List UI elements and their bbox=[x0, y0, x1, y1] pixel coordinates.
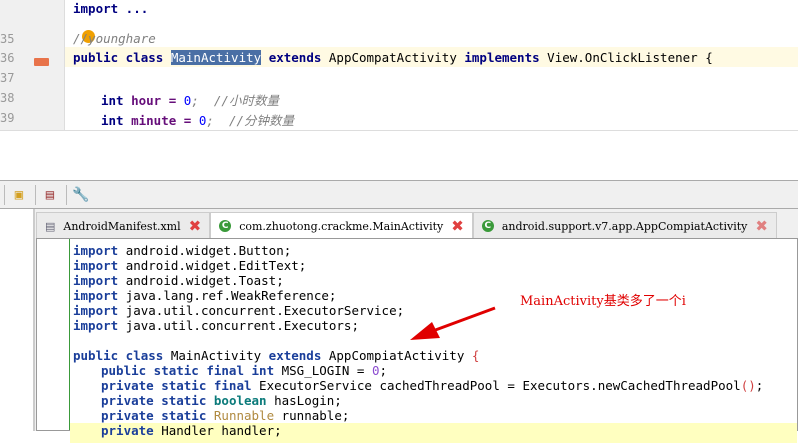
import-line: import android.widget.EditText; bbox=[73, 258, 306, 273]
close-icon[interactable]: ✖ bbox=[451, 217, 464, 235]
code-token: public static final int bbox=[101, 363, 275, 378]
code-token: private static bbox=[101, 393, 207, 408]
interface: View.OnClickListener { bbox=[547, 50, 713, 65]
tab-main-activity[interactable]: Ccom.zhuotong.crackme.MainActivity ✖ bbox=[210, 212, 473, 239]
document-icon: ▤ bbox=[45, 219, 56, 233]
close-icon[interactable]: ✖ bbox=[755, 217, 768, 235]
class-declaration: public class MainActivity extends AppCom… bbox=[73, 348, 479, 363]
code-token: ; bbox=[379, 363, 387, 378]
code-token: AppCompiatActivity bbox=[321, 348, 472, 363]
open-archive-icon[interactable]: ▣ bbox=[4, 184, 29, 205]
tab-bar: ▤ AndroidManifest.xml ✖ Ccom.zhuotong.crac… bbox=[36, 212, 798, 239]
tab-android-manifest[interactable]: ▤ AndroidManifest.xml ✖ bbox=[36, 212, 211, 239]
tab-appcompiat-activity[interactable]: Candroid.support.v7.app.AppCompiatActivi… bbox=[472, 212, 777, 239]
code-line: public class MainActivity extends AppCom… bbox=[73, 50, 713, 65]
document-icon[interactable]: ▤ bbox=[35, 184, 60, 205]
field: hour = bbox=[123, 93, 184, 108]
selected-class-name[interactable]: MainActivity bbox=[170, 50, 262, 65]
keyword: public class bbox=[73, 50, 164, 65]
code-token: private bbox=[101, 423, 154, 438]
tab-label: android.support.v7.app.AppCompiatActivit… bbox=[501, 219, 748, 233]
code-token: import bbox=[73, 258, 119, 273]
code-token: Runnable bbox=[213, 408, 275, 423]
keyword: implements bbox=[464, 50, 540, 65]
code-line: private static final ExecutorService cac… bbox=[101, 378, 763, 393]
code-token: java.lang.ref.WeakReference; bbox=[125, 288, 337, 303]
code-token: Handler handler; bbox=[153, 423, 282, 438]
code-token: java.util.concurrent.ExecutorService; bbox=[125, 303, 405, 318]
comment: ; //小时数量 bbox=[191, 93, 279, 108]
red-arrow-annotation bbox=[410, 306, 496, 340]
code-line: private static Runnable runnable; bbox=[101, 408, 349, 423]
line-number: 37 bbox=[0, 71, 15, 85]
line-gutter: 35 36 37 38 39 bbox=[0, 0, 65, 130]
import-line: import android.widget.Button; bbox=[73, 243, 291, 258]
class-icon: C bbox=[481, 220, 494, 232]
line-number: 38 bbox=[0, 91, 15, 105]
code-token: public class bbox=[73, 348, 164, 363]
code-token: java.util.concurrent.Executors; bbox=[125, 318, 359, 333]
code-token: runnable; bbox=[274, 408, 350, 423]
code-token: import bbox=[73, 288, 119, 303]
code-token: android.widget.Button; bbox=[125, 243, 292, 258]
parent-class: AppCompatActivity bbox=[328, 50, 457, 65]
code-line: import ... bbox=[73, 1, 148, 16]
code-token: MSG_LOGIN = bbox=[274, 363, 372, 378]
code-token: ExecutorService cachedThreadPool = Execu… bbox=[251, 378, 741, 393]
code-token: ; bbox=[755, 378, 764, 393]
import-line: import java.util.concurrent.ExecutorServ… bbox=[73, 303, 404, 318]
keyword: extends bbox=[268, 50, 322, 65]
class-icon: C bbox=[219, 220, 232, 232]
import-line: import android.widget.Toast; bbox=[73, 273, 284, 288]
comment-line: //younghare bbox=[73, 31, 156, 46]
code-line: public static final int MSG_LOGIN = 0; bbox=[101, 363, 387, 378]
line-number: 39 bbox=[0, 111, 15, 125]
code-token: android.widget.Toast; bbox=[125, 273, 284, 288]
code-token: private static bbox=[101, 408, 207, 423]
close-icon[interactable]: ✖ bbox=[189, 217, 202, 235]
gutter-line bbox=[69, 239, 70, 430]
code-token: hasLogin; bbox=[266, 393, 342, 408]
line-number: 36 bbox=[0, 51, 15, 65]
code-token: import bbox=[73, 243, 119, 258]
import-line: import java.util.concurrent.Executors; bbox=[73, 318, 359, 333]
top-editor: 35 36 37 38 39 import ... //younghare pu… bbox=[0, 0, 798, 131]
annotation-text: MainActivity基类多了一个i bbox=[520, 294, 686, 309]
gutter-marker-icon[interactable] bbox=[34, 58, 49, 66]
import-line: import java.lang.ref.WeakReference; bbox=[73, 288, 336, 303]
code-token: extends bbox=[268, 348, 322, 363]
tab-label: com.zhuotong.crackme.MainActivity bbox=[239, 219, 444, 233]
folded-imports: import ... bbox=[73, 1, 149, 16]
keyword: int bbox=[101, 113, 124, 128]
tab-label: AndroidManifest.xml bbox=[63, 219, 181, 233]
field: minute = bbox=[123, 113, 199, 128]
left-pane bbox=[0, 209, 35, 431]
code-token: boolean bbox=[213, 393, 267, 408]
code-token: android.widget.EditText; bbox=[125, 258, 307, 273]
code-line: private static boolean hasLogin; bbox=[101, 393, 342, 408]
code-token: import bbox=[73, 273, 119, 288]
code-token: () bbox=[740, 378, 756, 393]
code-token: import bbox=[73, 303, 119, 318]
code-token: import bbox=[73, 318, 119, 333]
toolbar: ▣ ▤ 🔧 bbox=[0, 181, 798, 209]
code-token: { bbox=[471, 348, 480, 363]
code-line: int minute = 0; //分钟数量 bbox=[101, 110, 294, 129]
code-line: private Handler handler; bbox=[101, 423, 282, 438]
keyword: int bbox=[101, 93, 124, 108]
code-line: int hour = 0; //小时数量 bbox=[101, 90, 279, 109]
wrench-icon[interactable]: 🔧 bbox=[66, 184, 91, 205]
line-number: 35 bbox=[0, 32, 15, 46]
code-token: MainActivity bbox=[163, 348, 269, 363]
code-token: private static final bbox=[101, 378, 252, 393]
comment: ; //分钟数量 bbox=[206, 113, 295, 128]
